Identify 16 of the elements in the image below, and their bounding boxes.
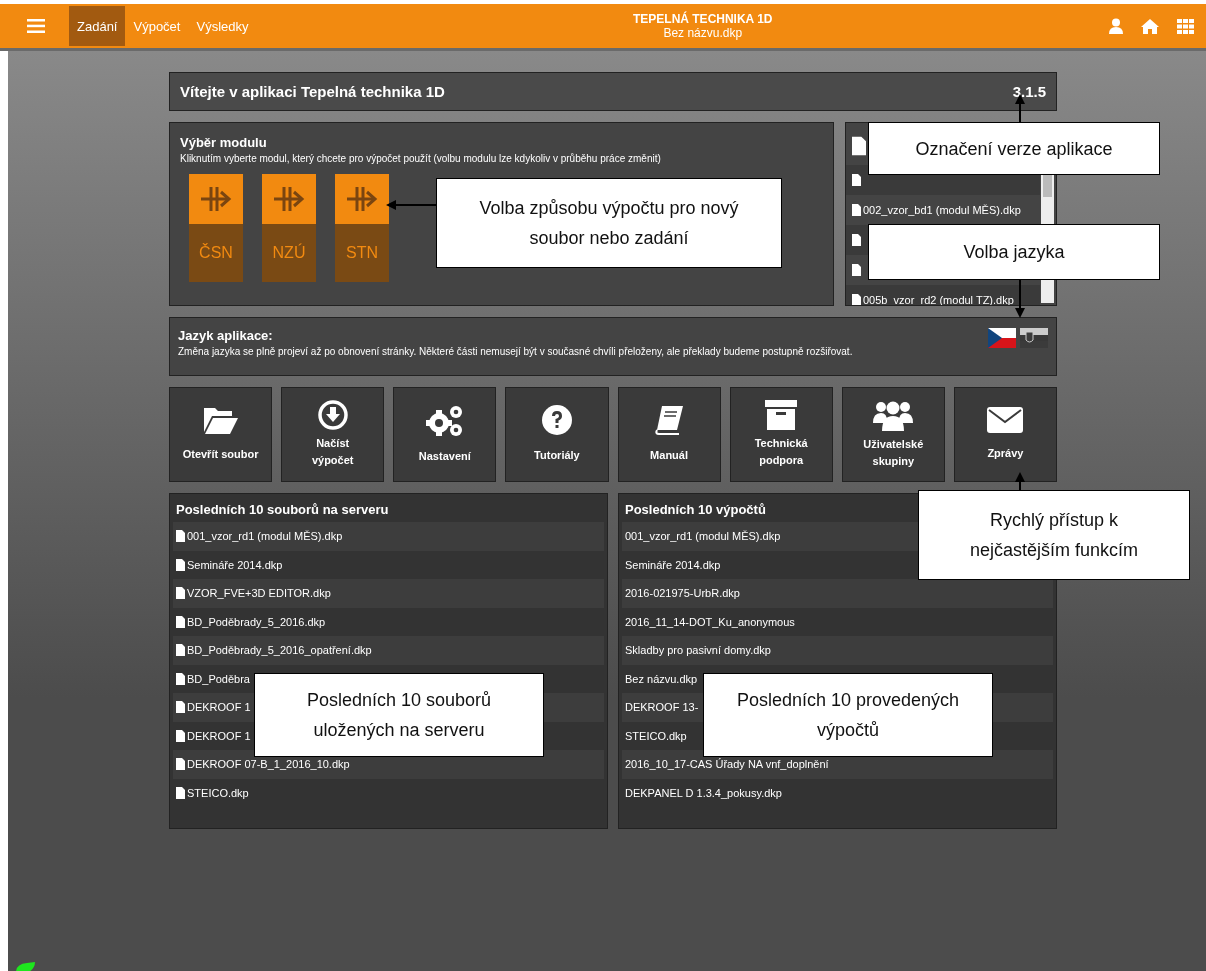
annotation-tooltip: Označení verze aplikace bbox=[868, 122, 1160, 175]
version-label: 3.1.5 bbox=[1012, 83, 1046, 100]
panel-title: Posledních 10 výpočtů bbox=[624, 501, 767, 519]
app-title: TEPELNÁ TECHNIKA 1D bbox=[632, 12, 773, 26]
annotation-tooltip: Volba způsobu výpočtu pro nový soubor nebo zadání bbox=[436, 178, 782, 268]
annotation-tooltip: Posledních 10 provedených výpočtů bbox=[703, 673, 993, 757]
welcome-title: Vítejte v aplikaci Tepelná technika 1D bbox=[180, 83, 445, 100]
panel-title: Výběr modulu bbox=[180, 135, 268, 150]
annotation-tooltip: Rychlý přístup k nejčastějším funkcím bbox=[918, 490, 1190, 580]
file-name: Bez názvu.dkp bbox=[662, 26, 744, 40]
panel-hint: Změna jazyka se plně projeví až po obnovení stránky. Některé části nemusejí být v současné chvíli přeloženy, ale překlady budeme postupně rozšiřovat. bbox=[178, 346, 853, 357]
annotation-tooltip: Posledních 10 souborů uložených na serveru bbox=[254, 673, 544, 757]
panel-title: Jazyk aplikace: bbox=[178, 328, 274, 343]
panel-hint: Kliknutím vyberte modul, který chcete pro výpočet použít (volbu modulu lze kdykoliv v průběhu práce změnit) bbox=[180, 153, 662, 164]
panel-title: Posledních 10 souborů na serveru bbox=[175, 501, 390, 519]
annotation-tooltip: Volba jazyka bbox=[868, 224, 1160, 280]
